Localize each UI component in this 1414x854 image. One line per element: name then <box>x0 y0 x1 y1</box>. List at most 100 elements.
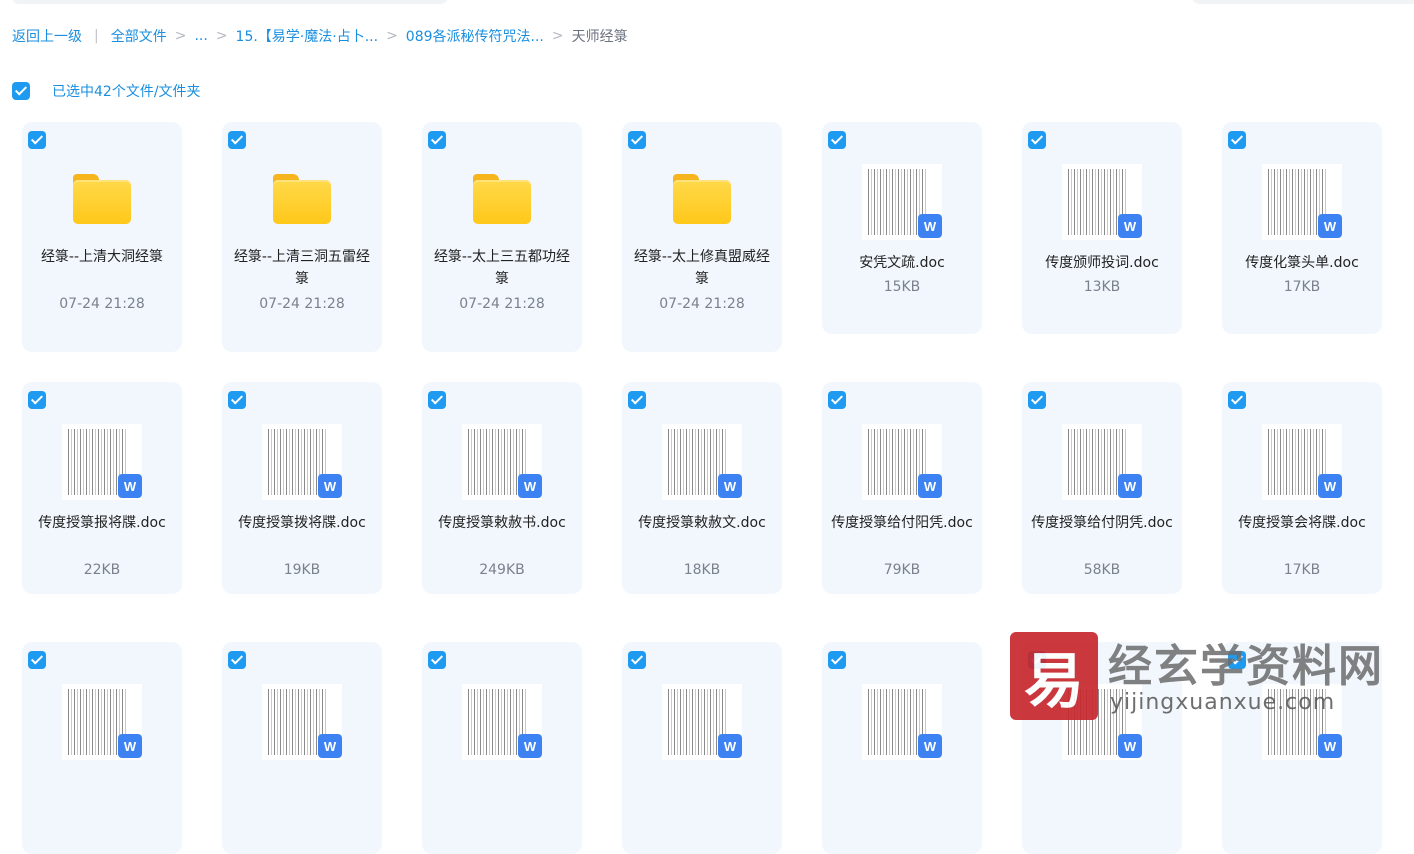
word-doc-icon: W <box>918 474 942 498</box>
breadcrumb-folder-2[interactable]: 089各派秘传符咒法... <box>406 26 544 46</box>
chevron-right-icon: > <box>386 28 398 44</box>
file-name: 传度授箓会将牒.doc <box>1238 515 1366 531</box>
file-size: 58KB <box>1083 562 1121 578</box>
folder-card[interactable]: 经箓--太上修真盟威经箓 07-24 21:28 <box>622 122 782 352</box>
file-card[interactable]: W 传度授箓给付阳凭.doc 79KB <box>822 382 982 594</box>
file-card[interactable]: W 传度授箓会将牒.doc 17KB <box>1222 382 1382 594</box>
word-doc-icon: W <box>1118 474 1142 498</box>
item-checkbox[interactable] <box>1228 391 1246 409</box>
word-doc-icon: W <box>1318 734 1342 758</box>
file-name: 传度授箓给付阴凭.doc <box>1031 515 1173 531</box>
file-card[interactable]: W 传度化箓头单.doc 17KB <box>1222 122 1382 334</box>
chevron-right-icon: > <box>551 28 564 44</box>
file-size: 17KB <box>1283 279 1321 295</box>
folder-icon <box>273 174 331 224</box>
file-card[interactable]: W <box>422 642 582 854</box>
file-name: 经箓--上清三洞五雷经箓 <box>233 249 371 287</box>
word-doc-icon: W <box>118 734 142 758</box>
word-doc-icon: W <box>518 474 542 498</box>
word-doc-icon: W <box>918 214 942 238</box>
item-checkbox[interactable] <box>228 651 246 669</box>
breadcrumb-divider: | <box>94 28 99 44</box>
back-link[interactable]: 返回上一级 <box>12 26 82 46</box>
folder-icon <box>473 174 531 224</box>
file-size: 79KB <box>883 562 921 578</box>
item-checkbox[interactable] <box>428 651 446 669</box>
item-checkbox[interactable] <box>428 131 446 149</box>
breadcrumb-folder-1[interactable]: 15.【易学·魔法·占卜... <box>236 26 379 46</box>
toolbar-remnant[interactable] <box>1192 0 1414 4</box>
file-card[interactable]: W 传度授箓敕赦文.doc 18KB <box>622 382 782 594</box>
file-card[interactable]: W <box>22 642 182 854</box>
file-name: 传度授箓敕赦书.doc <box>438 515 566 531</box>
item-checkbox[interactable] <box>28 131 46 149</box>
chevron-right-icon: > <box>174 28 187 44</box>
file-size: 19KB <box>283 562 321 578</box>
selection-bar: 已选中42个文件/文件夹 <box>12 80 201 102</box>
item-checkbox[interactable] <box>428 391 446 409</box>
breadcrumb: 返回上一级 | 全部文件 > ... > 15.【易学·魔法·占卜... > 0… <box>12 26 628 46</box>
file-name: 传度化箓头单.doc <box>1245 255 1359 271</box>
breadcrumb-all-files[interactable]: 全部文件 <box>111 26 167 46</box>
word-doc-icon: W <box>318 734 342 758</box>
folder-card[interactable]: 经箓--太上三五都功经箓 07-24 21:28 <box>422 122 582 352</box>
selection-count: 已选中42个文件/文件夹 <box>52 84 201 100</box>
item-checkbox[interactable] <box>628 651 646 669</box>
file-date: 07-24 21:28 <box>459 296 545 312</box>
file-date: 07-24 21:28 <box>659 296 745 312</box>
item-checkbox[interactable] <box>628 391 646 409</box>
breadcrumb-current: 天师经箓 <box>571 29 628 45</box>
item-checkbox[interactable] <box>228 391 246 409</box>
folder-card[interactable]: 经箓--上清大洞经箓 07-24 21:28 <box>22 122 182 352</box>
file-date: 07-24 21:28 <box>59 296 145 312</box>
item-checkbox[interactable] <box>228 131 246 149</box>
item-checkbox[interactable] <box>628 131 646 149</box>
folder-card[interactable]: 经箓--上清三洞五雷经箓 07-24 21:28 <box>222 122 382 352</box>
watermark: 易 经玄学资料网 yijingxuanxue.com <box>1010 630 1414 720</box>
file-card[interactable]: W <box>822 642 982 854</box>
file-name: 传度授箓拨将牒.doc <box>238 515 366 531</box>
file-name: 传度授箓敕赦文.doc <box>638 515 766 531</box>
file-card[interactable]: W 传度颁师投词.doc 13KB <box>1022 122 1182 334</box>
file-name: 经箓--太上三五都功经箓 <box>433 249 571 287</box>
file-name: 安凭文疏.doc <box>859 255 945 271</box>
watermark-logo: 易 <box>1010 632 1098 720</box>
file-size: 18KB <box>683 562 721 578</box>
item-checkbox[interactable] <box>28 651 46 669</box>
file-card[interactable]: W 传度授箓敕赦书.doc 249KB <box>422 382 582 594</box>
word-doc-icon: W <box>1118 734 1142 758</box>
word-doc-icon: W <box>718 474 742 498</box>
search-box-remnant[interactable] <box>12 0 448 4</box>
item-checkbox[interactable] <box>28 391 46 409</box>
item-checkbox[interactable] <box>1228 131 1246 149</box>
breadcrumb-ellipsis[interactable]: ... <box>194 28 207 44</box>
word-doc-icon: W <box>1318 214 1342 238</box>
folder-icon <box>673 174 731 224</box>
file-size: 17KB <box>1283 562 1321 578</box>
file-card[interactable]: W 传度授箓给付阴凭.doc 58KB <box>1022 382 1182 594</box>
file-name: 经箓--太上修真盟威经箓 <box>633 249 771 287</box>
item-checkbox[interactable] <box>828 391 846 409</box>
item-checkbox[interactable] <box>828 131 846 149</box>
file-name: 经箓--上清大洞经箓 <box>40 249 164 265</box>
file-card[interactable]: W <box>222 642 382 854</box>
file-card[interactable]: W 传度授箓报将牒.doc 22KB <box>22 382 182 594</box>
word-doc-icon: W <box>1118 214 1142 238</box>
word-doc-icon: W <box>718 734 742 758</box>
item-checkbox[interactable] <box>1028 131 1046 149</box>
watermark-title: 经玄学资料网 <box>1108 641 1384 692</box>
file-name: 传度颁师投词.doc <box>1045 255 1159 271</box>
file-card[interactable]: W 安凭文疏.doc 15KB <box>822 122 982 334</box>
file-name: 传度授箓报将牒.doc <box>38 515 166 531</box>
word-doc-icon: W <box>518 734 542 758</box>
file-card[interactable]: W 传度授箓拨将牒.doc 19KB <box>222 382 382 594</box>
folder-icon <box>73 174 131 224</box>
item-checkbox[interactable] <box>828 651 846 669</box>
item-checkbox[interactable] <box>1028 391 1046 409</box>
word-doc-icon: W <box>918 734 942 758</box>
file-size: 13KB <box>1083 279 1121 295</box>
word-doc-icon: W <box>318 474 342 498</box>
watermark-url: yijingxuanxue.com <box>1110 690 1336 715</box>
select-all-checkbox[interactable] <box>12 82 30 100</box>
file-card[interactable]: W <box>622 642 782 854</box>
